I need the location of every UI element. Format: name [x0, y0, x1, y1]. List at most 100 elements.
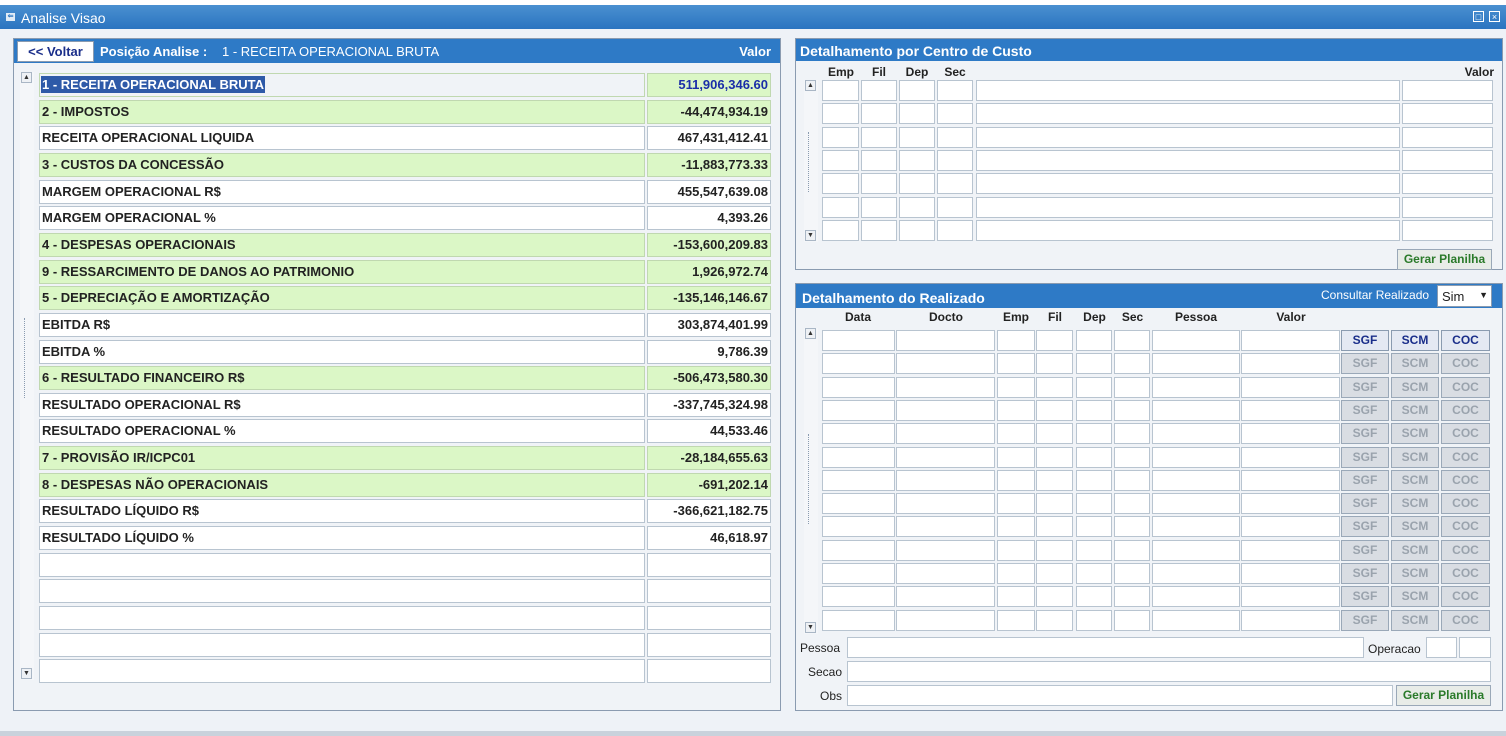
realizado-cell[interactable]	[1152, 330, 1240, 351]
realizado-cell[interactable]	[1152, 353, 1240, 374]
row-label[interactable]	[39, 606, 645, 630]
realizado-cell[interactable]	[896, 563, 995, 584]
realizado-cell[interactable]	[1241, 400, 1340, 421]
centro-scrollbar[interactable]: ▲ ▼	[804, 80, 818, 242]
row-label[interactable]	[39, 659, 645, 683]
centro-cell[interactable]	[1402, 103, 1493, 124]
centro-cell[interactable]	[861, 127, 897, 148]
scm-button[interactable]: SCM	[1391, 423, 1439, 444]
realizado-cell[interactable]	[1036, 423, 1073, 444]
realizado-cell[interactable]	[896, 516, 995, 537]
centro-cell[interactable]	[976, 197, 1400, 218]
scm-button[interactable]: SCM	[1391, 540, 1439, 561]
centro-cell[interactable]	[822, 127, 859, 148]
realizado-cell[interactable]	[997, 400, 1035, 421]
realizado-cell[interactable]	[1076, 516, 1112, 537]
realizado-cell[interactable]	[896, 330, 995, 351]
realizado-cell[interactable]	[1114, 447, 1150, 468]
realizado-cell[interactable]	[896, 493, 995, 514]
realizado-cell[interactable]	[1114, 423, 1150, 444]
realizado-cell[interactable]	[1241, 516, 1340, 537]
row-label[interactable]: MARGEM OPERACIONAL %	[39, 206, 645, 230]
realizado-cell[interactable]	[822, 423, 895, 444]
realizado-cell[interactable]	[1152, 540, 1240, 561]
realizado-cell[interactable]	[1152, 447, 1240, 468]
coc-button[interactable]: COC	[1441, 400, 1490, 421]
gerar-planilha-centro-button[interactable]: Gerar Planilha	[1397, 249, 1492, 270]
realizado-cell[interactable]	[997, 610, 1035, 631]
scm-button[interactable]: SCM	[1391, 353, 1439, 374]
realizado-cell[interactable]	[1114, 610, 1150, 631]
realizado-cell[interactable]	[1036, 563, 1073, 584]
realizado-cell[interactable]	[1076, 423, 1112, 444]
realizado-cell[interactable]	[1076, 493, 1112, 514]
consultar-realizado-select[interactable]: Sim ▼	[1437, 285, 1492, 307]
realizado-cell[interactable]	[1036, 377, 1073, 398]
realizado-cell[interactable]	[1076, 540, 1112, 561]
realizado-cell[interactable]	[1036, 540, 1073, 561]
row-value[interactable]: 9,786.39	[647, 340, 771, 364]
realizado-cell[interactable]	[1076, 377, 1112, 398]
sgf-button[interactable]: SGF	[1341, 493, 1389, 514]
coc-button[interactable]: COC	[1441, 330, 1490, 351]
centro-cell[interactable]	[822, 220, 859, 241]
scroll-up-icon[interactable]: ▲	[805, 80, 816, 91]
coc-button[interactable]: COC	[1441, 353, 1490, 374]
coc-button[interactable]: COC	[1441, 563, 1490, 584]
realizado-cell[interactable]	[997, 447, 1035, 468]
row-label[interactable]: RECEITA OPERACIONAL LIQUIDA	[39, 126, 645, 150]
realizado-cell[interactable]	[1152, 516, 1240, 537]
row-value[interactable]: 303,874,401.99	[647, 313, 771, 337]
realizado-cell[interactable]	[1152, 377, 1240, 398]
realizado-cell[interactable]	[822, 586, 895, 607]
realizado-cell[interactable]	[997, 586, 1035, 607]
realizado-cell[interactable]	[896, 586, 995, 607]
centro-cell[interactable]	[937, 80, 973, 101]
row-value[interactable]: 467,431,412.41	[647, 126, 771, 150]
row-label[interactable]: EBITDA R$	[39, 313, 645, 337]
scroll-down-icon[interactable]: ▼	[805, 622, 816, 633]
row-label[interactable]: RESULTADO LÍQUIDO R$	[39, 499, 645, 523]
realizado-cell[interactable]	[997, 493, 1035, 514]
centro-cell[interactable]	[976, 127, 1400, 148]
centro-cell[interactable]	[822, 150, 859, 171]
realizado-cell[interactable]	[1241, 586, 1340, 607]
realizado-cell[interactable]	[822, 516, 895, 537]
centro-cell[interactable]	[937, 127, 973, 148]
realizado-cell[interactable]	[1076, 586, 1112, 607]
realizado-cell[interactable]	[1076, 330, 1112, 351]
centro-cell[interactable]	[861, 103, 897, 124]
centro-cell[interactable]	[976, 173, 1400, 194]
scroll-down-icon[interactable]: ▼	[21, 668, 32, 679]
realizado-cell[interactable]	[1036, 400, 1073, 421]
row-value[interactable]	[647, 606, 771, 630]
realizado-cell[interactable]	[822, 610, 895, 631]
realizado-cell[interactable]	[1241, 563, 1340, 584]
realizado-cell[interactable]	[1036, 447, 1073, 468]
centro-cell[interactable]	[822, 103, 859, 124]
centro-cell[interactable]	[822, 197, 859, 218]
realizado-cell[interactable]	[1076, 470, 1112, 491]
sgf-button[interactable]: SGF	[1341, 540, 1389, 561]
realizado-cell[interactable]	[1241, 377, 1340, 398]
centro-cell[interactable]	[861, 150, 897, 171]
sgf-button[interactable]: SGF	[1341, 400, 1389, 421]
operacao-field-2[interactable]	[1459, 637, 1491, 658]
realizado-scrollbar[interactable]: ▲ ▼	[804, 328, 818, 634]
realizado-cell[interactable]	[822, 330, 895, 351]
realizado-cell[interactable]	[896, 353, 995, 374]
realizado-cell[interactable]	[896, 540, 995, 561]
realizado-cell[interactable]	[997, 540, 1035, 561]
row-label[interactable]: 9 - RESSARCIMENTO DE DANOS AO PATRIMONIO	[39, 260, 645, 284]
centro-cell[interactable]	[1402, 197, 1493, 218]
row-value[interactable]	[647, 553, 771, 577]
realizado-cell[interactable]	[822, 540, 895, 561]
centro-cell[interactable]	[976, 80, 1400, 101]
coc-button[interactable]: COC	[1441, 610, 1490, 631]
centro-cell[interactable]	[937, 103, 973, 124]
realizado-cell[interactable]	[822, 493, 895, 514]
realizado-cell[interactable]	[1036, 330, 1073, 351]
row-value[interactable]: -153,600,209.83	[647, 233, 771, 257]
realizado-cell[interactable]	[997, 353, 1035, 374]
pessoa-field[interactable]	[847, 637, 1364, 658]
